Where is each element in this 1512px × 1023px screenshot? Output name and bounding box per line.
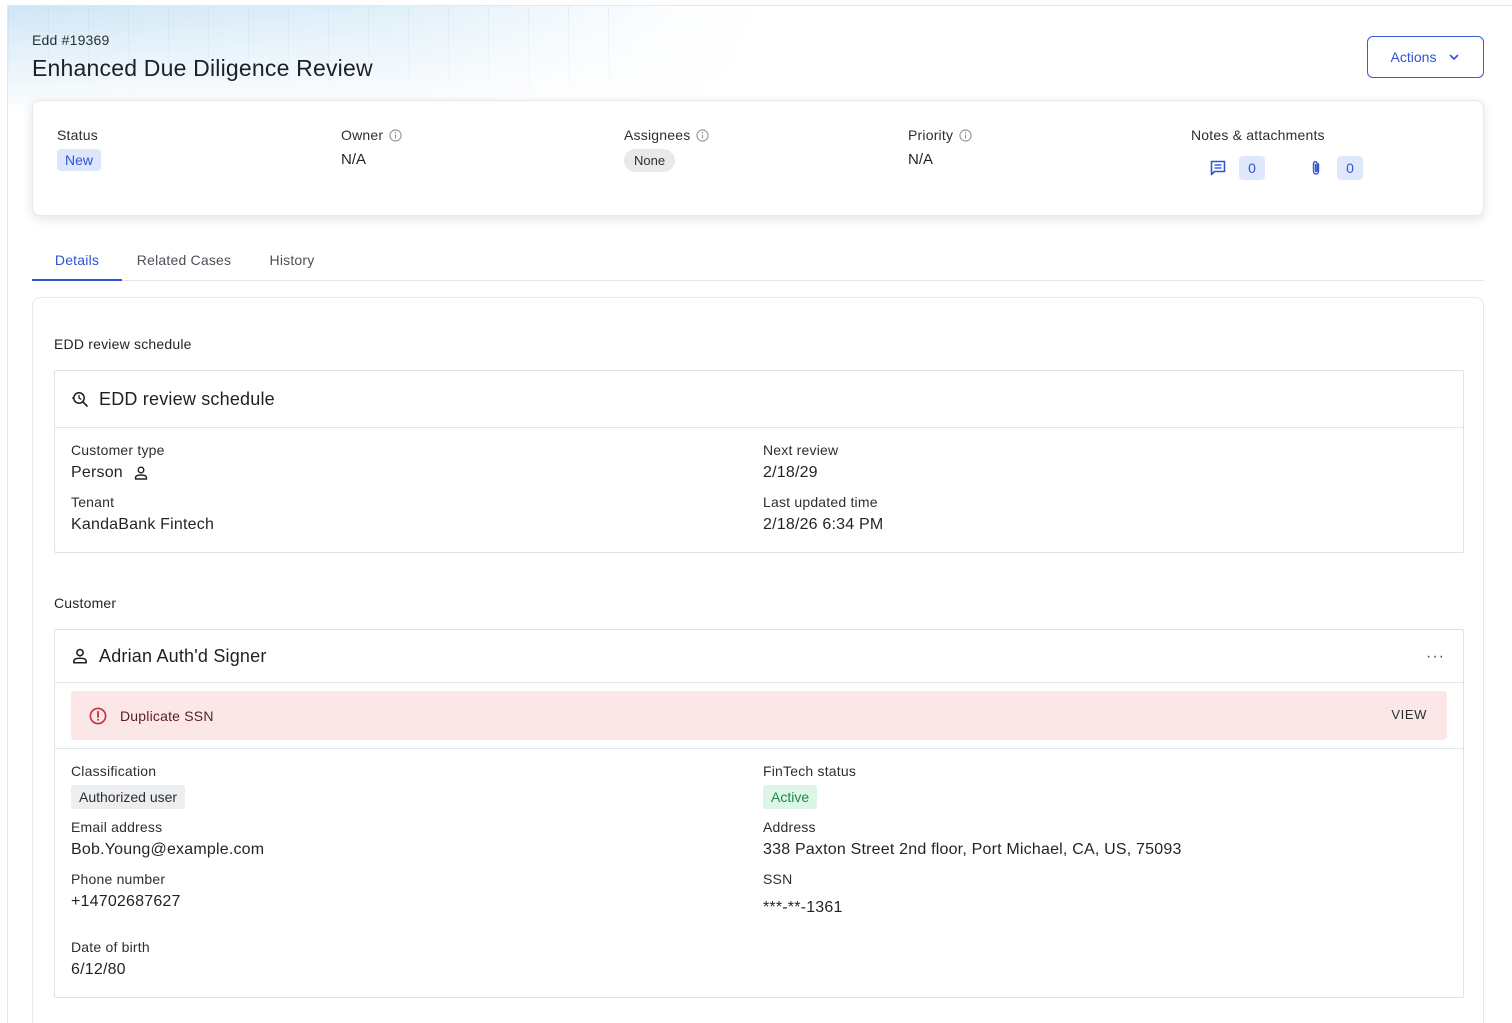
ssn-label: SSN bbox=[763, 871, 793, 887]
notes-count: 0 bbox=[1239, 156, 1265, 180]
owner-label-row: Owner bbox=[341, 127, 402, 143]
dob-label: Date of birth bbox=[71, 939, 150, 955]
details-content: EDD review schedule EDD review schedule … bbox=[32, 297, 1484, 1023]
assignees-field: Assignees None bbox=[624, 127, 709, 172]
dob-field: Date of birth 6/12/80 bbox=[71, 939, 150, 979]
notes-row: 0 0 bbox=[1191, 156, 1363, 180]
status-field: Status New bbox=[57, 127, 102, 171]
tab-related-cases[interactable]: Related Cases bbox=[130, 240, 238, 280]
classification-tag: Authorized user bbox=[71, 785, 186, 809]
tab-history[interactable]: History bbox=[262, 240, 322, 280]
person-icon bbox=[134, 466, 148, 480]
tenant-label: Tenant bbox=[71, 494, 115, 510]
notes-attachments-field: Notes & attachments 0 0 bbox=[1191, 127, 1363, 180]
customer-name: Adrian Auth'd Signer bbox=[99, 645, 267, 666]
more-options-button[interactable]: ··· bbox=[1426, 648, 1445, 666]
schedule-panel-title: EDD review schedule bbox=[99, 388, 275, 409]
fintech-status-label: FinTech status bbox=[763, 763, 857, 779]
divider bbox=[55, 748, 1463, 749]
alert-circle-icon bbox=[89, 707, 107, 724]
phone-field: Phone number +14702687627 bbox=[71, 871, 181, 911]
actions-button[interactable]: Actions bbox=[1367, 36, 1484, 78]
paperclip-icon bbox=[1312, 161, 1320, 175]
customer-type-value-row: Person bbox=[71, 464, 165, 482]
notes-label: Notes & attachments bbox=[1191, 127, 1325, 143]
owner-value: N/A bbox=[341, 151, 367, 168]
priority-value: N/A bbox=[908, 151, 934, 168]
address-field: Address 338 Paxton Street 2nd floor, Por… bbox=[763, 819, 1182, 859]
customer-type-label: Customer type bbox=[71, 442, 165, 458]
owner-field: Owner N/A bbox=[341, 127, 402, 168]
phone-label: Phone number bbox=[71, 871, 166, 887]
classification-label: Classification bbox=[71, 763, 157, 779]
last-updated-label: Last updated time bbox=[763, 494, 878, 510]
duplicate-ssn-alert: Duplicate SSN VIEW bbox=[71, 691, 1447, 740]
address-value: 338 Paxton Street 2nd floor, Port Michae… bbox=[763, 841, 1182, 858]
tenant-field: Tenant KandaBank Fintech bbox=[71, 494, 214, 534]
next-review-value: 2/18/29 bbox=[763, 464, 818, 481]
last-updated-value: 2/18/26 6:34 PM bbox=[763, 516, 884, 533]
fintech-status-badge: Active bbox=[763, 785, 818, 809]
address-label: Address bbox=[763, 819, 816, 835]
schedule-section-title: EDD review schedule bbox=[54, 336, 192, 352]
email-value: Bob.Young@example.com bbox=[71, 841, 265, 858]
priority-label-row: Priority bbox=[908, 127, 972, 143]
ssn-field: SSN ***-**-1361 bbox=[763, 871, 843, 917]
fintech-status-field: FinTech status Active bbox=[763, 763, 856, 809]
info-icon[interactable] bbox=[959, 128, 972, 142]
tab-details[interactable]: Details bbox=[32, 240, 122, 281]
alert-view-button[interactable]: VIEW bbox=[1391, 707, 1427, 722]
person-icon bbox=[73, 648, 87, 664]
notes-button[interactable]: 0 bbox=[1209, 156, 1265, 180]
customer-type-value: Person bbox=[71, 464, 123, 481]
chevron-down-icon bbox=[1450, 54, 1459, 60]
schedule-panel-header: EDD review schedule bbox=[55, 371, 1463, 428]
case-id: Edd #19369 bbox=[32, 32, 110, 48]
search-schedule-icon bbox=[72, 392, 88, 407]
last-updated-field: Last updated time 2/18/26 6:34 PM bbox=[763, 494, 883, 534]
customer-section-title: Customer bbox=[54, 595, 117, 611]
customer-type-field: Customer type Person bbox=[71, 442, 165, 482]
case-summary-card: Status New Owner N/A Assignees None Prio… bbox=[32, 100, 1484, 216]
next-review-label: Next review bbox=[763, 442, 839, 458]
next-review-field: Next review 2/18/29 bbox=[763, 442, 838, 482]
owner-label: Owner bbox=[341, 127, 384, 143]
actions-button-label: Actions bbox=[1390, 49, 1437, 65]
attachments-count: 0 bbox=[1337, 156, 1363, 180]
alert-message: Duplicate SSN bbox=[120, 707, 214, 724]
priority-label: Priority bbox=[908, 127, 954, 143]
case-tabs: Details Related Cases History bbox=[32, 240, 1484, 281]
phone-value: +14702687627 bbox=[71, 893, 181, 910]
email-field: Email address Bob.Young@example.com bbox=[71, 819, 264, 859]
ssn-value: ***-**-1361 bbox=[763, 899, 843, 916]
customer-panel: Adrian Auth'd Signer ··· Duplicate SSN V… bbox=[54, 629, 1464, 998]
assignees-label-row: Assignees bbox=[624, 127, 709, 143]
page-title: Enhanced Due Diligence Review bbox=[32, 55, 373, 81]
attachments-button[interactable]: 0 bbox=[1307, 156, 1363, 180]
info-icon[interactable] bbox=[389, 128, 402, 142]
assignees-label: Assignees bbox=[624, 127, 691, 143]
schedule-panel: EDD review schedule Customer type Person… bbox=[54, 370, 1464, 553]
dob-value: 6/12/80 bbox=[71, 961, 126, 978]
info-icon[interactable] bbox=[696, 128, 709, 142]
customer-panel-header: Adrian Auth'd Signer bbox=[55, 630, 1463, 683]
priority-field: Priority N/A bbox=[908, 127, 972, 168]
email-label: Email address bbox=[71, 819, 163, 835]
status-badge: New bbox=[57, 149, 102, 171]
assignees-chip[interactable]: None bbox=[624, 149, 676, 172]
status-label: Status bbox=[57, 127, 98, 143]
classification-field: Classification Authorized user bbox=[71, 763, 186, 809]
tenant-value: KandaBank Fintech bbox=[71, 516, 215, 533]
comment-icon bbox=[1210, 160, 1226, 176]
